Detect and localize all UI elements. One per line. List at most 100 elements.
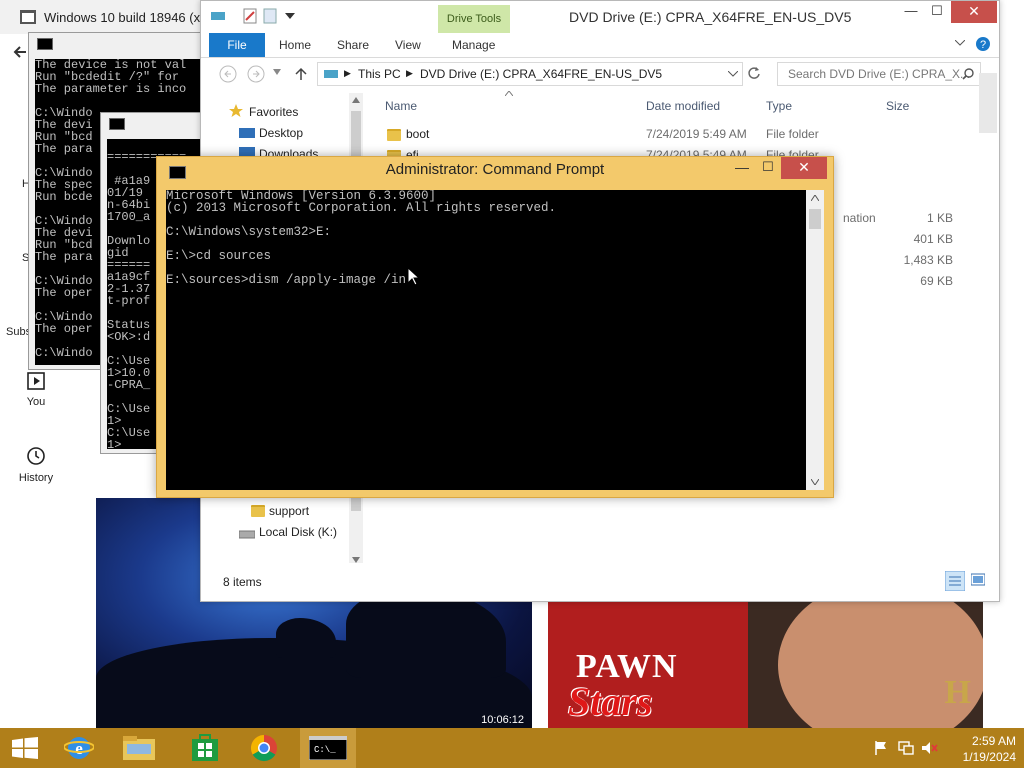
svg-text:C:\_: C:\_ [314,745,336,755]
forward-icon[interactable] [247,65,265,83]
scroll-up-icon[interactable] [811,195,819,201]
internet-explorer-icon: e [64,737,94,759]
context-tab-drive-tools: Drive Tools [438,5,510,33]
svg-text:?: ? [980,39,986,51]
recent-locations-icon[interactable] [273,69,281,75]
large-icons-view-icon[interactable] [971,573,985,587]
start-button[interactable] [0,728,50,768]
drive-icon [211,12,225,20]
browser-titlebar: Windows 10 build 18946 (x86 [0,0,215,34]
taskbar-store[interactable] [180,728,230,768]
tab-share[interactable]: Share [337,38,369,52]
file-size: 1,483 KB [903,253,953,267]
breadcrumb-dvd-drive[interactable]: DVD Drive (E:) CPRA_X64FRE_EN-US_DV5 [420,67,662,81]
sidebar-item-you[interactable]: You [0,372,76,408]
video-thumbnail-right[interactable]: PAWN Stars H [548,600,983,728]
minimize-button[interactable]: — [729,159,755,179]
scroll-down-icon[interactable] [811,479,819,485]
file-name: boot [406,127,430,141]
taskbar: e C:\_ 2:59 AM 1/19/2024 [0,728,1024,768]
chevron-down-icon[interactable] [285,13,295,19]
column-header-type[interactable]: Type [766,99,792,113]
item-count: 8 items [223,575,262,589]
address-bar[interactable]: ▶ This PC ▶ DVD Drive (E:) CPRA_X64FRE_E… [317,62,743,86]
properties-icon[interactable] [243,8,257,24]
refresh-icon[interactable] [747,66,761,80]
this-pc-icon [324,70,338,78]
cmd-icon [37,38,53,50]
back-arrow-icon[interactable] [12,44,28,60]
table-row[interactable]: boot 7/24/2019 5:49 AM File folder [365,125,985,145]
breadcrumb-this-pc[interactable]: This PC [358,67,401,81]
local-disk-icon [239,530,255,539]
clock-date: 1/19/2024 [962,750,1016,764]
play-library-icon [27,372,45,390]
ribbon-expand-icon[interactable] [955,40,965,46]
search-placeholder: Search DVD Drive (E:) CPRA_X... [788,67,971,81]
address-dropdown-icon[interactable] [728,71,738,77]
store-icon [192,734,218,761]
explorer-titlebar: Drive Tools DVD Drive (E:) CPRA_X64FRE_E… [201,1,999,33]
column-header-name[interactable]: Name [385,99,417,113]
file-explorer-icon [123,736,155,760]
tab-home[interactable]: Home [279,38,311,52]
column-header-size[interactable]: Size [886,99,909,113]
minimize-button[interactable]: — [897,1,925,23]
console-scrollbar[interactable] [806,190,824,490]
network-icon[interactable] [898,741,914,755]
tab-file[interactable]: File [209,33,265,57]
console-output-area[interactable]: Microsoft Windows [Version 6.3.9600] (c)… [166,190,806,490]
console-scrollbar-thumb[interactable] [809,209,821,229]
maximize-button[interactable]: ☐ [923,1,951,23]
video-duration: 10:06:12 [481,714,524,726]
nav-favorites[interactable]: Favorites [249,105,298,119]
close-button[interactable]: ✕ [951,1,997,23]
column-header-date[interactable]: Date modified [646,99,720,113]
search-input[interactable]: Search DVD Drive (E:) CPRA_X... [777,62,981,86]
maximize-button[interactable]: ☐ [755,159,781,179]
search-icon [962,68,974,80]
command-prompt-icon: C:\_ [309,736,347,760]
nav-desktop[interactable]: Desktop [259,126,303,140]
file-size: 401 KB [913,232,953,246]
file-type-partial: nation [843,211,876,225]
sidebar-item-label: You [26,396,46,408]
nav-support[interactable]: support [269,504,309,518]
up-icon[interactable] [295,67,307,81]
tab-manage[interactable]: Manage [452,38,495,52]
thumbnail-title-stars: Stars [568,679,653,724]
file-list-scrollbar[interactable] [979,73,997,133]
taskbar-clock[interactable]: 2:59 AM 1/19/2024 [946,733,1016,765]
scroll-up-icon[interactable] [352,97,360,103]
file-date: 7/24/2019 5:49 AM [646,127,747,141]
flag-icon[interactable] [874,741,888,755]
desktop-icon [239,128,255,138]
browser-tab-title[interactable]: Windows 10 build 18946 (x86 [44,10,215,25]
volume-muted-icon[interactable] [922,741,938,755]
taskbar-file-explorer[interactable] [114,728,164,768]
windows-logo-icon [12,737,38,759]
taskbar-internet-explorer[interactable]: e [54,728,104,768]
admin-command-prompt-window[interactable]: Administrator: Command Prompt — ☐ ✕ Micr… [156,156,834,498]
scroll-down-icon[interactable] [352,557,360,563]
close-button[interactable]: ✕ [781,157,827,179]
file-type: File folder [766,127,819,141]
status-bar: 8 items [201,567,999,597]
taskbar-chrome[interactable] [240,728,290,768]
browser-app-icon [20,10,36,24]
nav-local-disk-k[interactable]: Local Disk (K:) [259,525,337,539]
address-row: ▶ This PC ▶ DVD Drive (E:) CPRA_X64FRE_E… [201,59,999,89]
file-size: 69 KB [920,274,953,288]
help-icon[interactable]: ? [975,36,991,52]
mouse-cursor-icon [408,268,420,286]
star-icon [229,104,243,117]
taskbar-command-prompt[interactable]: C:\_ [300,728,356,768]
tab-view[interactable]: View [395,38,421,52]
sidebar-item-history[interactable]: History [0,446,76,484]
history-channel-logo: H [944,674,971,711]
back-icon[interactable] [219,65,237,83]
cmd-icon [109,118,125,130]
console-text: Microsoft Windows [Version 6.3.9600] (c)… [166,190,557,287]
new-folder-icon[interactable] [263,8,277,24]
details-view-icon[interactable] [945,571,965,591]
